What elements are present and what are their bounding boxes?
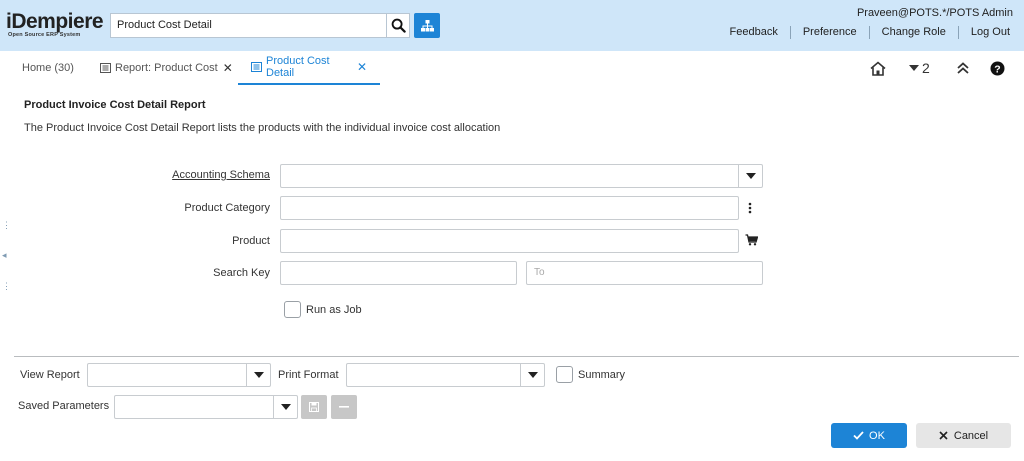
feedback-link[interactable]: Feedback <box>718 25 791 39</box>
search-key-from-field[interactable] <box>280 261 517 285</box>
dropdown-icon <box>527 372 538 378</box>
dropdown-button[interactable] <box>520 364 544 386</box>
product-info-button[interactable] <box>745 234 759 247</box>
dropdown-button[interactable] <box>273 396 297 418</box>
print-format-select[interactable] <box>346 363 545 387</box>
check-icon <box>853 431 864 440</box>
report-title: Product Invoice Cost Detail Report <box>24 99 206 111</box>
dropdown-button[interactable] <box>246 364 270 386</box>
search-key-label: Search Key <box>213 267 270 279</box>
search-button[interactable] <box>387 13 410 38</box>
run-as-job-checkbox[interactable] <box>284 301 301 318</box>
top-header: iDempiere Open Source ERP System Product… <box>0 0 1024 51</box>
expand-up-icon <box>957 62 969 74</box>
report-tab-icon <box>100 63 111 73</box>
ok-button[interactable]: OK <box>831 423 907 448</box>
delete-parameters-button[interactable] <box>331 395 357 419</box>
tab-product-cost-detail[interactable]: Product Cost Detail ✕ <box>238 51 380 85</box>
collapse-button[interactable]: 2 <box>909 60 930 76</box>
saved-parameters-label: Saved Parameters <box>18 400 110 412</box>
tab-product-cost-detail-label: Product Cost Detail <box>266 55 330 79</box>
summary-checkbox[interactable] <box>556 366 573 383</box>
dropdown-icon <box>280 404 291 410</box>
dropdown-icon <box>253 372 264 378</box>
collapse-icon <box>909 65 919 71</box>
ok-label: OK <box>869 429 885 442</box>
report-description: The Product Invoice Cost Detail Report l… <box>24 122 501 134</box>
product-category-label: Product Category <box>184 202 270 214</box>
cancel-label: Cancel <box>953 429 989 442</box>
help-icon: ? <box>990 61 1005 76</box>
logo-text: iDempiere <box>6 10 104 33</box>
summary-label: Summary <box>578 369 626 381</box>
minus-icon <box>339 406 349 408</box>
collapse-count: 2 <box>922 60 930 76</box>
search-key-to-field[interactable]: To <box>526 261 763 285</box>
product-category-field[interactable] <box>280 196 739 220</box>
accounting-schema-label[interactable]: Accounting Schema <box>110 169 270 181</box>
home-icon <box>870 61 886 76</box>
logo-subtext: Open Source ERP System <box>8 32 81 38</box>
sitemap-button[interactable] <box>414 13 440 38</box>
accounting-schema-select[interactable] <box>280 164 763 188</box>
dropdown-icon <box>745 173 756 179</box>
tab-home[interactable]: Home (30) <box>22 51 74 85</box>
saved-parameters-select[interactable] <box>114 395 298 419</box>
run-as-job-label: Run as Job <box>306 304 362 316</box>
product-field[interactable] <box>280 229 739 253</box>
close-icon[interactable]: ✕ <box>357 60 367 74</box>
dropdown-button[interactable] <box>738 165 762 187</box>
close-icon <box>939 431 948 440</box>
view-report-select[interactable] <box>87 363 271 387</box>
home-button[interactable] <box>870 61 888 77</box>
panel-drag-handle[interactable]: ⋮ <box>2 281 11 292</box>
cart-icon <box>745 234 759 246</box>
expand-up-button[interactable] <box>956 61 970 76</box>
header-links: Feedback Preference Change Role Log Out <box>718 25 1010 39</box>
more-vert-icon <box>748 202 752 214</box>
tab-home-label: Home (30) <box>22 62 74 74</box>
user-name[interactable]: Praveen@POTS.*/POTS Admin <box>857 7 1013 19</box>
view-report-label: View Report <box>20 369 80 381</box>
save-icon <box>309 402 319 412</box>
preference-link[interactable]: Preference <box>791 25 870 39</box>
section-divider <box>14 356 1019 357</box>
report-tab-icon <box>251 62 262 72</box>
app-logo[interactable]: iDempiere Open Source ERP System <box>6 10 104 39</box>
tab-report-product-cost[interactable]: Report: Product Cost ✕ <box>100 51 233 85</box>
cancel-button[interactable]: Cancel <box>916 423 1011 448</box>
search-icon <box>391 18 406 33</box>
panel-collapse-handle[interactable]: ◂ <box>2 250 7 261</box>
tab-report-product-cost-label: Report: Product Cost <box>115 62 218 74</box>
svg-text:?: ? <box>994 63 1000 75</box>
logout-link[interactable]: Log Out <box>959 26 1010 39</box>
close-icon[interactable]: ✕ <box>223 61 233 75</box>
product-category-options-button[interactable] <box>747 202 753 216</box>
help-button[interactable]: ? <box>990 61 1005 76</box>
sitemap-icon <box>420 19 434 31</box>
product-label: Product <box>232 235 270 247</box>
change-role-link[interactable]: Change Role <box>870 25 959 39</box>
print-format-label: Print Format <box>278 369 339 381</box>
panel-drag-handle[interactable]: ⋮ <box>2 220 11 231</box>
save-parameters-button[interactable] <box>301 395 327 419</box>
global-search-input[interactable]: Product Cost Detail <box>110 13 387 38</box>
search-key-to-placeholder: To <box>534 267 545 278</box>
